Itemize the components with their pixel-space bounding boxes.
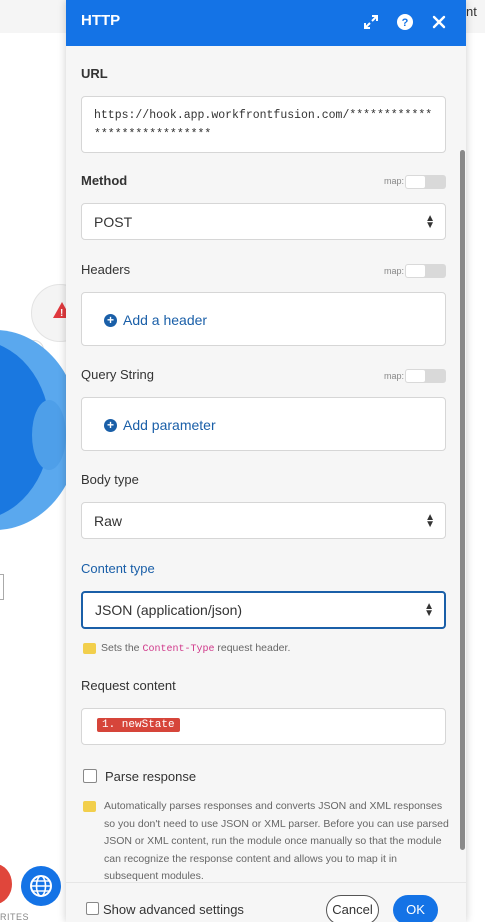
content-type-label: Content type	[81, 561, 155, 576]
plus-circle-icon: +	[104, 418, 117, 432]
select-arrows-icon: ▲ ▼	[424, 601, 434, 619]
toggle-knob	[406, 370, 425, 382]
red-toolbar-button[interactable]	[0, 864, 12, 904]
hint-code: Content-Type	[142, 644, 215, 655]
expand-icon[interactable]	[362, 13, 380, 31]
method-map-toggle[interactable]	[405, 175, 446, 189]
headers-box: + Add a header	[81, 292, 446, 346]
method-select[interactable]: POST ▲ ▼	[81, 203, 446, 240]
method-value: POST	[94, 214, 133, 230]
content-type-value: JSON (application/json)	[95, 602, 243, 618]
panel-scrollbar[interactable]	[460, 150, 465, 850]
hint-prefix: Sets the	[101, 642, 143, 654]
warning-mark: !	[60, 308, 64, 319]
headers-map-label: map:	[384, 266, 405, 276]
canvas-side-box	[0, 574, 4, 600]
mapped-value-pill[interactable]: 1. newState	[97, 718, 180, 732]
hint-icon	[83, 800, 96, 812]
advanced-settings-label: Show advanced settings	[103, 902, 244, 917]
close-icon[interactable]	[430, 13, 448, 31]
panel-footer: Show advanced settings Cancel OK	[66, 882, 466, 922]
query-map-toggle[interactable]	[405, 369, 446, 383]
method-label: Method	[81, 173, 128, 188]
parse-response-description: Automatically parses responses and conve…	[83, 798, 449, 882]
toggle-knob	[406, 265, 425, 277]
parse-response-checkbox[interactable]	[83, 769, 97, 783]
http-module-panel: HTTP ? URL https://hook.app.workfrontfus…	[66, 0, 466, 922]
select-arrows-icon: ▲ ▼	[425, 512, 435, 530]
url-field[interactable]: https://hook.app.workfrontfusion.com/***…	[81, 96, 446, 153]
favorites-label: RITES	[0, 912, 30, 922]
query-map-label: map:	[384, 371, 405, 381]
select-arrows-icon: ▲ ▼	[425, 213, 435, 231]
cancel-button[interactable]: Cancel	[326, 895, 379, 922]
plus-circle-icon: +	[104, 313, 117, 327]
ok-button[interactable]: OK	[393, 895, 438, 922]
module-connector[interactable]	[32, 400, 66, 470]
canvas-corner-text: nt	[466, 4, 477, 19]
globe-icon	[30, 875, 52, 897]
body-type-select[interactable]: Raw ▲ ▼	[81, 502, 446, 539]
headers-map-toggle[interactable]	[405, 264, 446, 278]
add-header-label: Add a header	[123, 312, 208, 328]
query-string-box: + Add parameter	[81, 397, 446, 451]
panel-title: HTTP	[81, 12, 121, 29]
query-string-label: Query String	[81, 367, 154, 382]
url-value: https://hook.app.workfrontfusion.com/***…	[94, 109, 433, 141]
add-parameter-label: Add parameter	[123, 417, 216, 433]
body-type-label: Body type	[81, 472, 139, 487]
hint-icon	[83, 642, 96, 654]
body-type-value: Raw	[94, 513, 123, 529]
url-label: URL	[81, 66, 108, 81]
hint-suffix: request header.	[214, 642, 291, 654]
svg-text:?: ?	[402, 17, 409, 29]
add-header-button[interactable]: + Add a header	[104, 312, 207, 328]
globe-button[interactable]	[21, 866, 61, 906]
request-content-field[interactable]: 1. newState	[81, 708, 446, 745]
headers-label: Headers	[81, 262, 131, 277]
help-icon[interactable]: ?	[396, 13, 414, 31]
request-content-label: Request content	[81, 678, 176, 693]
add-parameter-button[interactable]: + Add parameter	[104, 417, 216, 433]
content-type-hint: Sets the Content-Type request header.	[83, 640, 290, 658]
advanced-settings-checkbox[interactable]	[86, 902, 99, 915]
panel-header: HTTP ?	[66, 0, 466, 46]
parse-response-text: Automatically parses responses and conve…	[104, 800, 449, 882]
method-map-label: map:	[384, 176, 405, 186]
panel-body[interactable]: URL https://hook.app.workfrontfusion.com…	[66, 46, 466, 882]
content-type-select[interactable]: JSON (application/json) ▲ ▼	[81, 591, 446, 629]
parse-response-label: Parse response	[105, 769, 197, 784]
toggle-knob	[406, 176, 425, 188]
